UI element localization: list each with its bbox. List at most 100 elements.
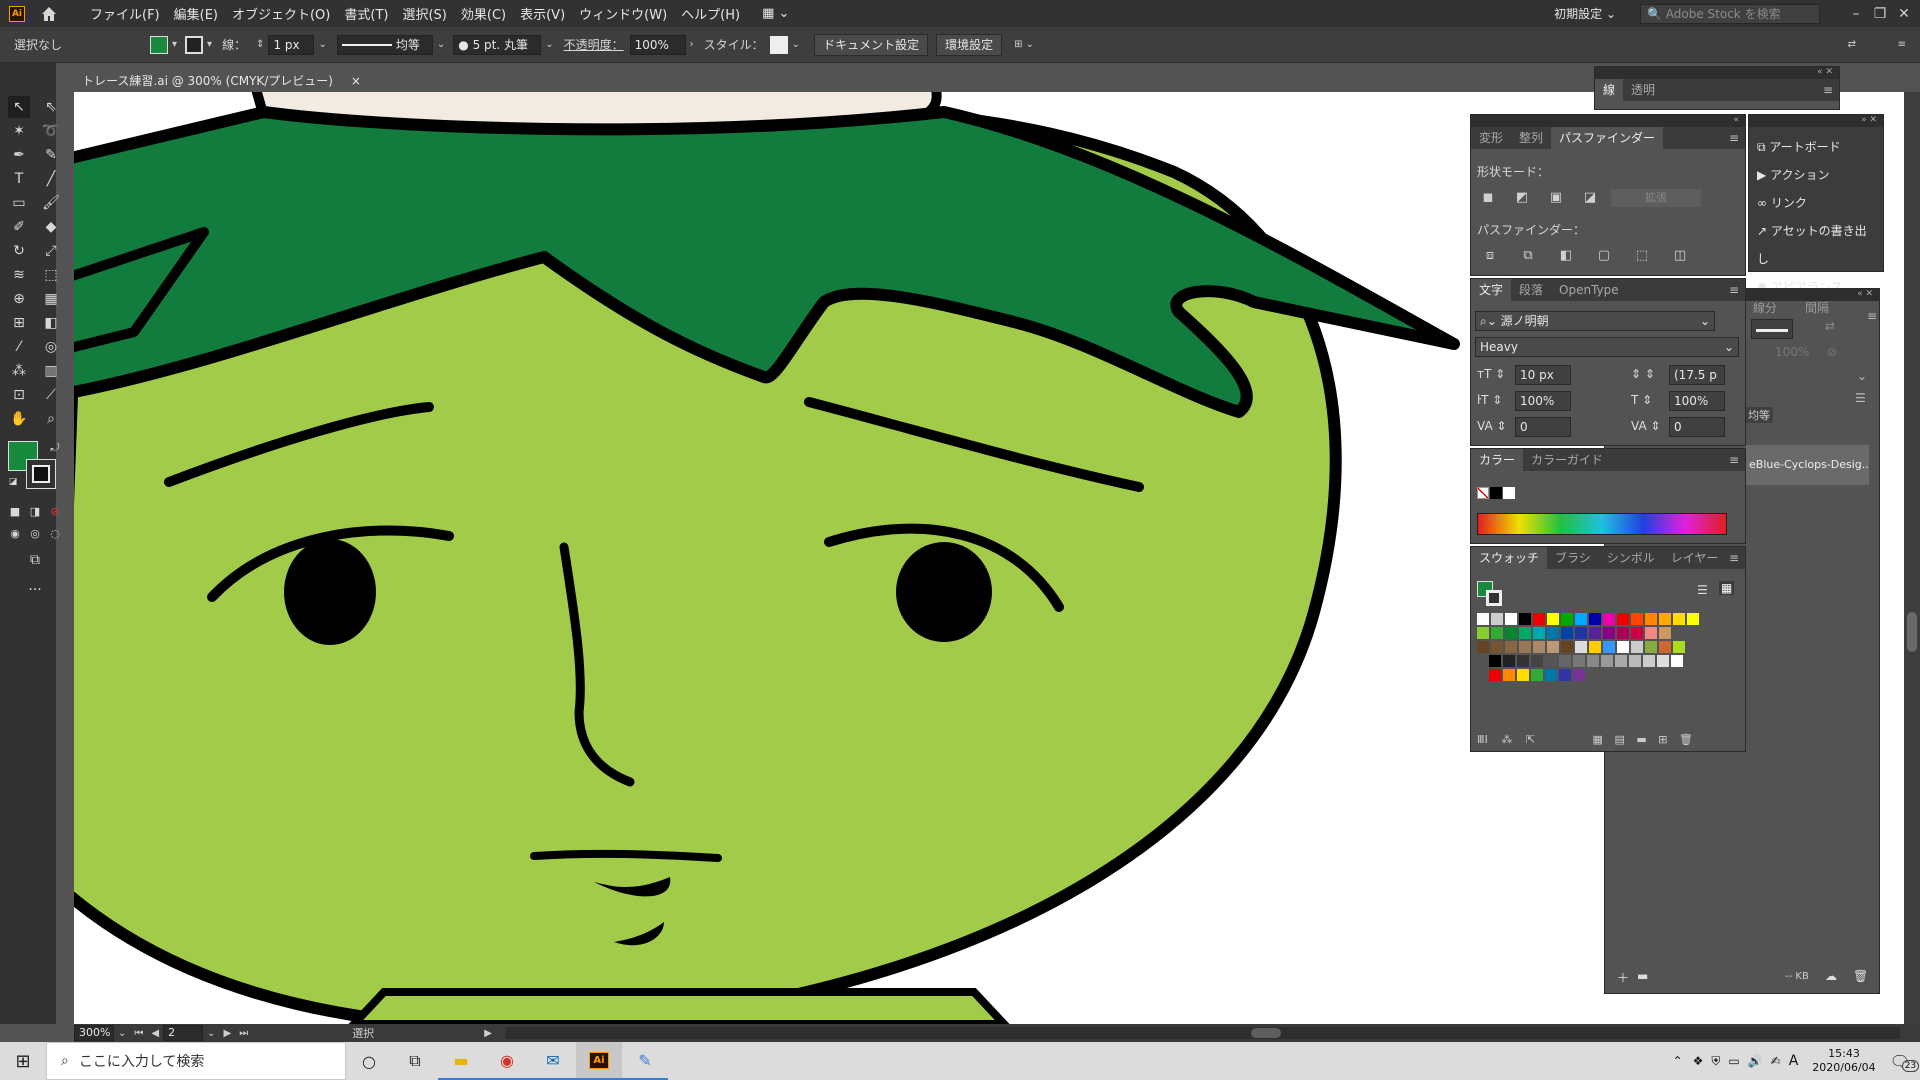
color-swatch[interactable] (1687, 613, 1699, 625)
stroke-profile-dropdown-icon[interactable]: ⌄ (437, 39, 445, 50)
libraries-menu-icon[interactable]: ≡ (1867, 309, 1877, 323)
vertical-scrollbar[interactable] (1904, 92, 1920, 1024)
last-artboard-icon[interactable]: ⏭ (239, 1028, 248, 1039)
first-artboard-icon[interactable]: ⏮ (134, 1028, 143, 1039)
color-swatch[interactable] (1673, 613, 1685, 625)
character-menu-icon[interactable]: ≡ (1729, 283, 1739, 297)
font-size-field[interactable]: 10 px (1515, 365, 1571, 385)
line-tool-icon[interactable]: ╱ (40, 168, 62, 190)
style-dropdown-icon[interactable]: ⌄ (792, 39, 800, 50)
libraries-dropdown-icon[interactable]: ⌄ (1857, 369, 1867, 383)
artboard-field[interactable]: 2 (163, 1025, 204, 1041)
color-swatch[interactable] (1547, 627, 1559, 639)
color-swatch[interactable] (1615, 655, 1627, 667)
color-swatch[interactable] (1533, 627, 1545, 639)
color-swatch[interactable] (1673, 641, 1685, 653)
stock-search-input[interactable]: 🔍 Adobe Stock を検索 (1640, 3, 1820, 24)
unite-icon[interactable]: ◼ (1479, 189, 1497, 207)
library-item[interactable]: eBlue-Cyclops-Desig... (1745, 445, 1869, 485)
menu-file[interactable]: ファイル(F) (83, 4, 167, 23)
color-spectrum[interactable] (1477, 513, 1727, 535)
selection-tool-icon[interactable]: ↖ (8, 96, 30, 118)
swap-fill-stroke-icon[interactable]: ⤾ (44, 437, 66, 459)
color-mode-icon[interactable]: ■ (4, 501, 26, 523)
color-swatch[interactable] (1533, 613, 1545, 625)
side-item-actions[interactable]: ▶ アクション (1757, 161, 1875, 189)
pathfinder-collapse-icon[interactable]: « (1471, 115, 1745, 127)
opacity-field[interactable]: 100% (629, 34, 686, 55)
color-swatch[interactable] (1505, 613, 1517, 625)
color-swatch[interactable] (1559, 669, 1571, 681)
tracking-field[interactable]: 0 (1669, 417, 1725, 437)
cloud-icon[interactable]: ☁ (1825, 969, 1837, 983)
menu-effect[interactable]: 効果(C) (454, 4, 513, 23)
color-swatch[interactable] (1477, 627, 1489, 639)
vertical-scroll-thumb[interactable] (1907, 612, 1917, 652)
swatch-fill-stroke-indicator[interactable] (1477, 581, 1503, 607)
color-swatch[interactable] (1659, 627, 1671, 639)
outline-icon[interactable]: ⬚ (1633, 247, 1651, 265)
eyedropper-tool-icon[interactable]: ⁄ (8, 336, 30, 358)
swatch-kinds-icon[interactable]: ⁂ (1501, 733, 1512, 746)
tab-align[interactable]: 整列 (1511, 127, 1551, 149)
gradient-mode-icon[interactable]: ◨ (24, 501, 46, 523)
new-color-group-icon[interactable]: ▬ (1636, 733, 1646, 746)
zoom-tool-icon[interactable]: ⌕ (40, 408, 62, 430)
side-item-artboard[interactable]: ⧉ アートボード (1757, 133, 1875, 161)
swatch-options-icon[interactable]: ⇱ (1526, 733, 1535, 746)
status-menu-icon[interactable]: ▶ (484, 1028, 492, 1039)
color-swatch[interactable] (1601, 655, 1613, 667)
exclude-icon[interactable]: ◪ (1581, 189, 1599, 207)
pen-icon[interactable]: ✍ (1771, 1054, 1781, 1068)
color-swatch[interactable] (1603, 627, 1615, 639)
next-artboard-icon[interactable]: ▶ (223, 1028, 231, 1039)
blend-tool-icon[interactable]: ◎ (40, 336, 62, 358)
scale-tool-icon[interactable]: ⤢ (40, 240, 62, 262)
stroke-swatch[interactable] (185, 35, 204, 54)
tab-transparency[interactable]: 透明 (1623, 79, 1663, 101)
color-swatch[interactable] (1631, 613, 1643, 625)
color-swatch[interactable] (1491, 641, 1503, 653)
tab-paragraph[interactable]: 段落 (1511, 279, 1551, 301)
menu-type[interactable]: 書式(T) (337, 4, 395, 23)
home-icon[interactable] (39, 4, 59, 24)
draw-inside-icon[interactable]: ◌ (44, 523, 66, 545)
color-swatch[interactable] (1617, 613, 1629, 625)
edit-toolbar-icon[interactable]: ··· (24, 579, 46, 601)
arrange-documents-icon[interactable]: ▦ ⌄ (755, 6, 796, 21)
color-swatch[interactable] (1547, 613, 1559, 625)
lasso-tool-icon[interactable]: ➰ (40, 120, 62, 142)
color-swatch[interactable] (1659, 613, 1671, 625)
workspace-switcher[interactable]: 初期設定 ⌄ (1554, 5, 1616, 22)
clock[interactable]: 15:43 2020/06/04 (1812, 1047, 1875, 1075)
color-swatch[interactable] (1545, 669, 1557, 681)
color-swatch[interactable] (1645, 613, 1657, 625)
free-transform-tool-icon[interactable]: ⬚ (40, 264, 62, 286)
task-view-icon[interactable]: ⧉ (392, 1042, 438, 1080)
tab-layers[interactable]: レイヤー (1663, 547, 1727, 569)
color-swatch[interactable] (1531, 655, 1543, 667)
tab-opentype[interactable]: OpenType (1551, 279, 1627, 301)
libraries-uniform[interactable]: 均等 (1745, 407, 1773, 423)
libraries-tab-segments[interactable]: 線分 (1753, 299, 1777, 316)
illustrator-taskbar-icon[interactable]: Ai (576, 1042, 622, 1080)
tab-stroke[interactable]: 線 (1595, 79, 1624, 101)
color-swatch[interactable] (1477, 613, 1489, 625)
color-swatch[interactable] (1659, 641, 1671, 653)
delete-swatch-icon[interactable]: 🗑 (1679, 733, 1693, 746)
color-swatch[interactable] (1491, 627, 1503, 639)
horizontal-scrollbar[interactable] (505, 1027, 1900, 1039)
grid-view-icon[interactable]: ▦ (1719, 581, 1735, 595)
notification-center[interactable]: 🗨 23 (1890, 1052, 1920, 1072)
panel-toggle-icon[interactable]: ⇄ (1848, 39, 1856, 50)
color-swatch[interactable] (1505, 627, 1517, 639)
color-swatch[interactable] (1491, 613, 1503, 625)
color-swatch[interactable] (1589, 613, 1601, 625)
rectangle-tool-icon[interactable]: ▭ (8, 192, 30, 214)
curvature-tool-icon[interactable]: ✎ (40, 144, 62, 166)
control-menu-icon[interactable]: ≡ (1898, 39, 1906, 50)
security-icon[interactable]: ⛨ (1711, 1054, 1720, 1069)
stroke-weight-field[interactable]: 1 px (268, 34, 315, 55)
color-swatch[interactable] (1561, 641, 1573, 653)
show-hidden-icons[interactable]: ⌃ (1673, 1054, 1683, 1068)
